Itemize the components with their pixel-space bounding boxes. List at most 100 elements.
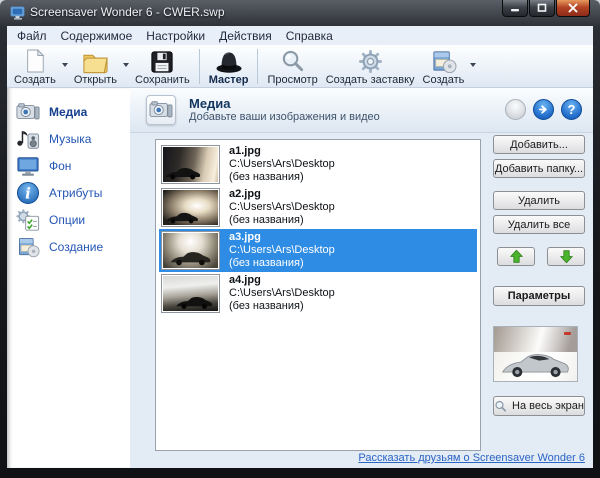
- toolbar-open-button[interactable]: Открыть: [70, 46, 121, 88]
- app-monitor-icon: [10, 5, 26, 21]
- media-item-name: a4.jpg: [229, 274, 261, 286]
- add-button[interactable]: Добавить...: [493, 135, 585, 154]
- sidebar-item-options[interactable]: Опции: [7, 206, 130, 233]
- media-item-path: C:\Users\Ars\Desktop: [229, 158, 335, 170]
- sidebar-item-attributes[interactable]: i Атрибуты: [7, 179, 130, 206]
- toolbar-new-dropdown[interactable]: [60, 51, 70, 78]
- minimize-button[interactable]: [502, 0, 528, 17]
- media-item-name: a1.jpg: [229, 145, 261, 157]
- toolbar-create-button[interactable]: Создать: [419, 46, 469, 88]
- question-mark-icon: ?: [567, 102, 576, 117]
- help-circle-button[interactable]: ?: [561, 99, 582, 120]
- back-circle-button[interactable]: [505, 99, 526, 120]
- toolbar-build-screensaver-button[interactable]: Создать заставку: [322, 46, 419, 88]
- options-icon: [16, 208, 40, 231]
- media-list[interactable]: a1.jpg C:\Users\Ars\Desktop (без названи…: [155, 139, 481, 451]
- media-thumbnail: [161, 231, 220, 270]
- package-box-icon: [19, 237, 40, 257]
- media-list-item[interactable]: a2.jpg C:\Users\Ars\Desktop (без названи…: [159, 186, 477, 229]
- svg-text:i: i: [25, 184, 31, 202]
- delete-button[interactable]: Удалить: [493, 191, 585, 210]
- nav-buttons: ?: [505, 99, 582, 120]
- info-icon: i: [17, 181, 39, 204]
- minimize-icon: [511, 8, 519, 11]
- media-list-item-selected[interactable]: a3.jpg C:\Users\Ars\Desktop (без названи…: [159, 229, 477, 272]
- title-bar[interactable]: Screensaver Wonder 6 - CWER.swp: [0, 0, 600, 26]
- maximize-button[interactable]: [529, 0, 555, 17]
- media-page-body: a1.jpg C:\Users\Ars\Desktop (без названи…: [130, 134, 593, 468]
- sidebar-item-creation[interactable]: Создание: [7, 233, 130, 260]
- menu-content[interactable]: Содержимое: [54, 27, 140, 45]
- media-item-caption: (без названия): [229, 171, 304, 183]
- media-item-meta: a4.jpg C:\Users\Ars\Desktop (без названи…: [229, 274, 335, 313]
- sidebar-item-media[interactable]: Медиа: [7, 98, 130, 125]
- save-floppy-icon: [150, 47, 174, 74]
- page-header-text: Медиа Добавьте ваши изображения и видео: [189, 96, 380, 124]
- close-icon: [568, 3, 578, 13]
- green-arrow-down-icon: [559, 250, 573, 264]
- toolbar-open-dropdown[interactable]: [121, 51, 131, 78]
- maximize-icon: [537, 3, 547, 12]
- preview-magnifier-icon: [280, 47, 305, 74]
- menu-actions[interactable]: Действия: [212, 27, 279, 45]
- window-body: Файл Содержимое Настройки Действия Справ…: [7, 26, 593, 468]
- media-thumbnail: [161, 274, 220, 313]
- sidebar-item-background[interactable]: Фон: [7, 152, 130, 179]
- music-icon: [17, 130, 40, 149]
- media-item-meta: a1.jpg C:\Users\Ars\Desktop (без названи…: [229, 145, 335, 184]
- magnifier-icon: [495, 400, 507, 412]
- move-up-button[interactable]: [497, 247, 535, 266]
- page-title: Медиа: [189, 96, 231, 111]
- toolbar-create-dropdown[interactable]: [468, 51, 478, 78]
- media-item-path: C:\Users\Ars\Desktop: [229, 244, 335, 256]
- media-item-name: a3.jpg: [229, 231, 261, 243]
- chevron-down-icon: [470, 62, 477, 67]
- page-subtitle: Добавьте ваши изображения и видео: [189, 111, 380, 123]
- wizard-hat-icon: [215, 47, 243, 74]
- tell-friends-link[interactable]: Рассказать друзьям о Screensaver Wonder …: [358, 452, 585, 464]
- menu-help[interactable]: Справка: [279, 27, 340, 45]
- media-item-path: C:\Users\Ars\Desktop: [229, 201, 335, 213]
- move-down-button[interactable]: [547, 247, 585, 266]
- media-item-meta: a2.jpg C:\Users\Ars\Desktop (без названи…: [229, 188, 335, 227]
- selected-media-preview: [493, 326, 578, 382]
- toolbar-preview-button[interactable]: Просмотр: [263, 46, 321, 88]
- sidebar: Медиа Музыка Фон i Атрибуты Опции Создан…: [7, 88, 130, 468]
- fullscreen-button-label: На весь экран: [512, 400, 584, 412]
- close-button[interactable]: [556, 0, 590, 17]
- app-window: Screensaver Wonder 6 - CWER.swp Файл Сод…: [0, 0, 600, 478]
- page-header: Медиа Добавьте ваши изображения и видео …: [130, 88, 593, 133]
- toolbar-separator: [257, 49, 259, 84]
- parameters-button[interactable]: Параметры: [493, 286, 585, 306]
- media-list-item[interactable]: a1.jpg C:\Users\Ars\Desktop (без названи…: [159, 143, 477, 186]
- sidebar-item-music[interactable]: Музыка: [7, 125, 130, 152]
- green-arrow-up-icon: [509, 249, 523, 263]
- toolbar-new-button[interactable]: Создать: [10, 46, 60, 88]
- camera-icon: [16, 102, 40, 119]
- toolbar-save-button[interactable]: Сохранить: [131, 46, 194, 88]
- package-box-icon: [430, 47, 457, 74]
- build-gear-icon: [358, 47, 383, 74]
- monitor-icon: [17, 156, 39, 176]
- menu-file[interactable]: Файл: [10, 27, 54, 45]
- media-thumbnail: [161, 188, 220, 227]
- delete-all-button[interactable]: Удалить все: [493, 215, 585, 234]
- media-thumbnail: [161, 145, 220, 184]
- window-title: Screensaver Wonder 6 - CWER.swp: [30, 5, 225, 19]
- content-area: Медиа Музыка Фон i Атрибуты Опции Создан…: [7, 88, 593, 468]
- open-folder-icon: [82, 47, 109, 74]
- add-folder-button[interactable]: Добавить папку...: [493, 159, 585, 178]
- menu-settings[interactable]: Настройки: [139, 27, 212, 45]
- camera-icon: [146, 95, 176, 125]
- fullscreen-button[interactable]: На весь экран: [493, 396, 585, 416]
- media-list-item[interactable]: a4.jpg C:\Users\Ars\Desktop (без названи…: [159, 272, 477, 315]
- forward-circle-button[interactable]: [533, 99, 554, 120]
- media-item-caption: (без названия): [229, 257, 304, 269]
- arrow-right-icon: [538, 105, 547, 114]
- toolbar-separator: [198, 49, 200, 84]
- media-item-caption: (без названия): [229, 300, 304, 312]
- media-item-path: C:\Users\Ars\Desktop: [229, 287, 335, 299]
- toolbar-wizard-button[interactable]: Мастер: [205, 46, 253, 88]
- media-item-caption: (без названия): [229, 214, 304, 226]
- media-item-meta: a3.jpg C:\Users\Ars\Desktop (без названи…: [229, 231, 335, 270]
